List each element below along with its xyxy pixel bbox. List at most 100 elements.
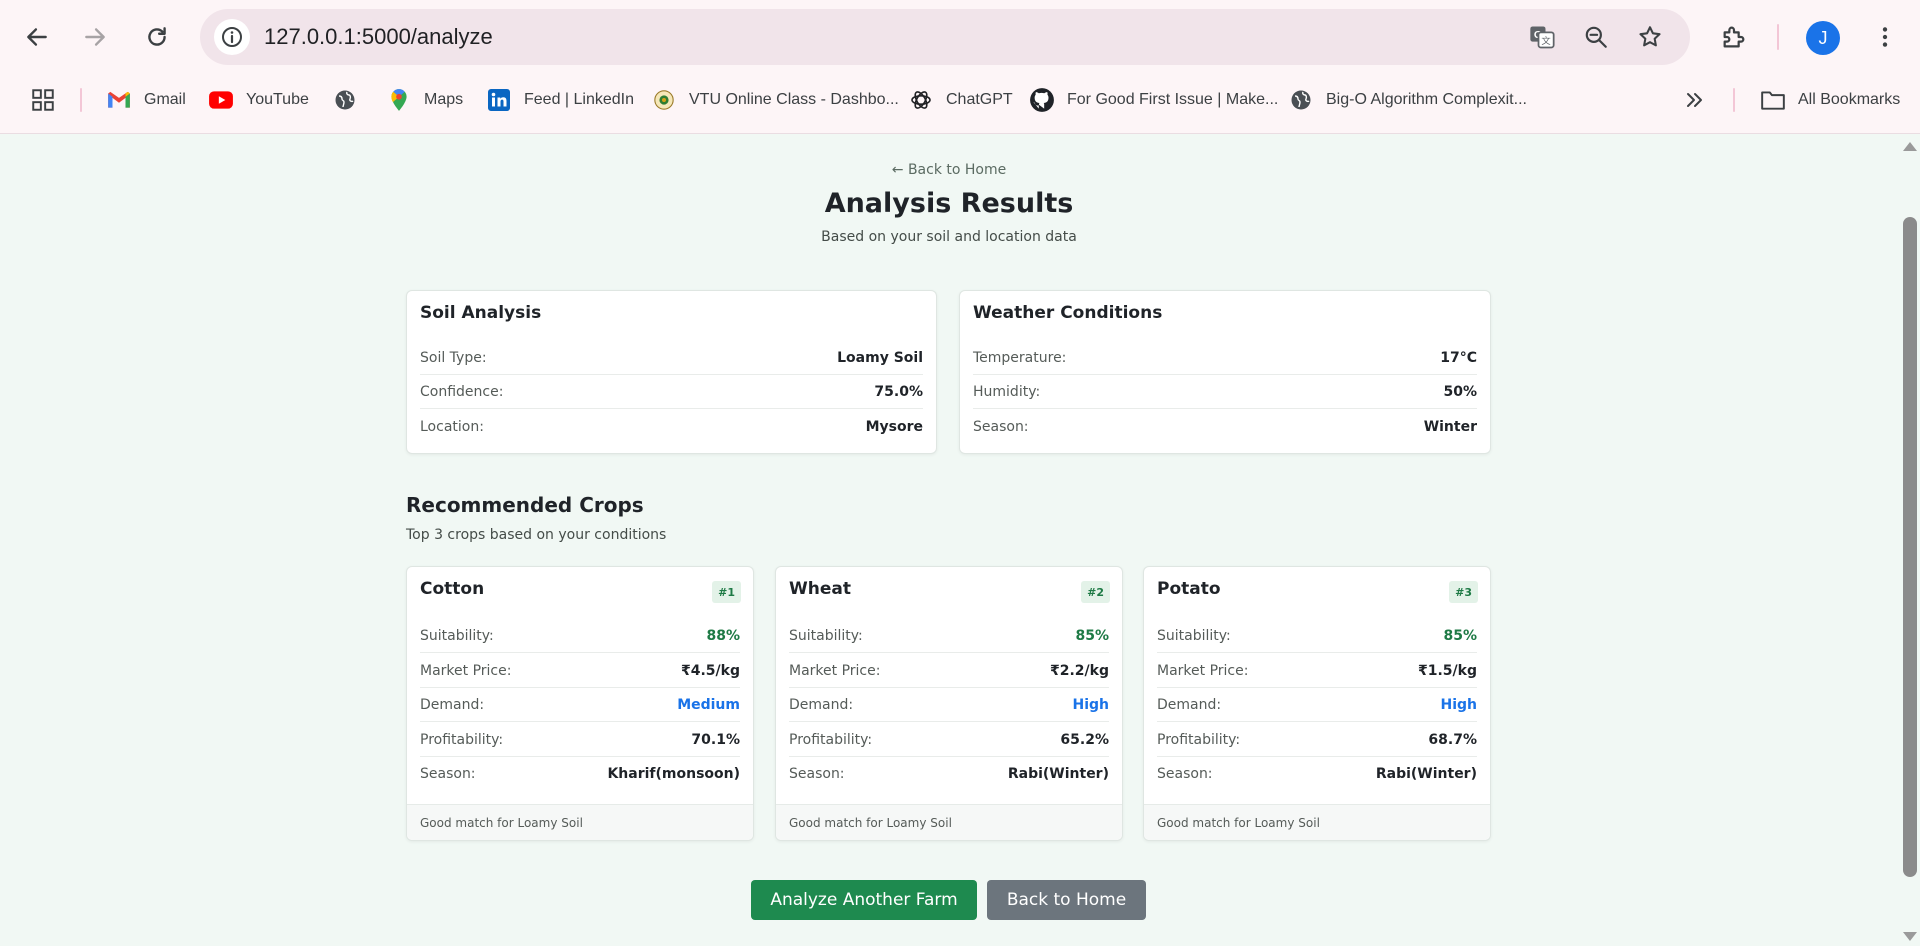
row-label: Season:	[420, 766, 476, 782]
crop-match-note: Good match for Loamy Soil	[776, 804, 1122, 840]
row-label: Confidence:	[420, 383, 504, 400]
menu-button[interactable]	[1866, 18, 1904, 56]
temperature-row: Temperature: 17°C	[973, 341, 1477, 375]
gmail-icon	[106, 87, 132, 113]
linkedin-icon	[486, 87, 512, 113]
profitability-value: 70.1%	[691, 731, 740, 748]
bookmark-label: ChatGPT	[946, 91, 1013, 108]
crop-name: Wheat	[789, 579, 851, 599]
back-to-home-link[interactable]: ← Back to Home	[0, 162, 1898, 178]
bookmark-github[interactable]: For Good First Issue | Make...	[1029, 80, 1278, 120]
row-label: Suitability:	[420, 627, 494, 644]
confidence-row: Confidence: 75.0%	[420, 375, 923, 409]
arrow-left-icon	[27, 28, 47, 46]
row-label: Profitability:	[1157, 731, 1241, 748]
crop-season-value: Rabi(Winter)	[1007, 766, 1109, 782]
all-bookmarks-button[interactable]: All Bookmarks	[1760, 80, 1900, 120]
crop-season-value: Rabi(Winter)	[1375, 766, 1477, 782]
scroll-down-arrow[interactable]	[1903, 932, 1917, 941]
svg-text:文: 文	[1541, 35, 1550, 46]
site-info-button[interactable]	[214, 19, 250, 55]
address-bar[interactable]: 127.0.0.1:5000/analyze G文	[200, 9, 1690, 65]
bookmark-label: For Good First Issue | Make...	[1067, 91, 1279, 108]
bookmark-bigo[interactable]: Big-O Algorithm Complexit...	[1288, 80, 1527, 120]
row-label: Suitability:	[789, 627, 863, 644]
row-label: Demand:	[420, 696, 485, 713]
bookmark-label: Gmail	[144, 91, 186, 108]
folder-icon	[1760, 87, 1786, 113]
demand-value: High	[1440, 696, 1477, 713]
more-bookmarks-button[interactable]	[1682, 80, 1708, 120]
bookmark-maps[interactable]: Maps	[386, 80, 463, 120]
row-label: Market Price:	[1157, 662, 1249, 679]
crop-season-value: Kharif(monsoon)	[607, 766, 740, 782]
toolbar-divider	[1777, 24, 1779, 50]
scrollbar-thumb[interactable]	[1903, 217, 1917, 877]
extensions-button[interactable]	[1715, 18, 1753, 56]
youtube-icon	[208, 87, 234, 113]
card-title: Soil Analysis	[420, 303, 542, 323]
bookmark-globe[interactable]	[332, 80, 358, 120]
zoom-button[interactable]	[1580, 21, 1612, 53]
rank-badge: #3	[1449, 581, 1478, 603]
apps-button[interactable]	[30, 80, 56, 120]
puzzle-icon	[1723, 26, 1745, 48]
all-bookmarks-label: All Bookmarks	[1798, 91, 1901, 108]
bookmark-chatgpt[interactable]: ChatGPT	[908, 80, 1013, 120]
row-label: Location:	[420, 419, 484, 435]
row-label: Humidity:	[973, 383, 1041, 400]
page-title: Analysis Results	[824, 188, 1074, 219]
vtu-icon	[651, 87, 677, 113]
bookmark-vtu[interactable]: VTU Online Class - Dashbo...	[651, 80, 899, 120]
market-price-row: Market Price: ₹4.5/kg	[420, 654, 740, 688]
bookmark-youtube[interactable]: YouTube	[208, 80, 309, 120]
recommended-crops-subtitle: Top 3 crops based on your conditions	[406, 527, 667, 543]
url-text[interactable]: 127.0.0.1:5000/analyze	[264, 24, 493, 50]
back-to-home-button[interactable]: Back to Home	[987, 880, 1146, 920]
market-price-row: Market Price: ₹2.2/kg	[789, 654, 1109, 688]
row-label: Profitability:	[420, 731, 504, 748]
translate-button[interactable]: G文	[1526, 21, 1558, 53]
maps-icon	[386, 87, 412, 113]
row-label: Suitability:	[1157, 627, 1231, 644]
suitability-value: 88%	[706, 627, 740, 644]
demand-row: Demand: High	[1157, 688, 1477, 722]
bookmarks-divider	[1733, 88, 1735, 112]
demand-value: High	[1072, 696, 1109, 713]
market-price-value: ₹4.5/kg	[681, 662, 740, 679]
bookmark-label: Maps	[424, 91, 464, 108]
profitability-row: Profitability: 65.2%	[789, 723, 1109, 757]
temperature-value: 17°C	[1440, 349, 1477, 366]
crop-card-cotton: Cotton #1 Suitability: 88% Market Price:…	[406, 566, 754, 841]
bookmark-linkedin[interactable]: Feed | LinkedIn	[486, 80, 634, 120]
suitability-value: 85%	[1075, 627, 1109, 644]
row-label: Market Price:	[420, 662, 512, 679]
profitability-row: Profitability: 68.7%	[1157, 723, 1477, 757]
crop-season-row: Season: Kharif(monsoon)	[420, 757, 740, 791]
crop-name: Potato	[1157, 579, 1221, 599]
season-row: Season: Winter	[973, 410, 1477, 444]
bookmark-gmail[interactable]: Gmail	[106, 80, 186, 120]
browser-toolbar: 127.0.0.1:5000/analyze G文 J	[0, 0, 1920, 74]
weather-conditions-card: Weather Conditions Temperature: 17°C Hum…	[959, 290, 1491, 454]
location-value: Mysore	[865, 419, 923, 435]
globe-icon	[332, 87, 358, 113]
card-title: Weather Conditions	[973, 303, 1163, 323]
back-button[interactable]	[16, 16, 58, 58]
zoom-out-icon	[1585, 26, 1607, 48]
reload-button[interactable]	[136, 16, 178, 58]
forward-button[interactable]	[74, 16, 116, 58]
profile-avatar[interactable]: J	[1806, 21, 1840, 55]
bookmark-label: YouTube	[246, 91, 309, 108]
scroll-up-arrow[interactable]	[1903, 142, 1917, 151]
crop-card-wheat: Wheat #2 Suitability: 85% Market Price: …	[775, 566, 1123, 841]
suitability-row: Suitability: 85%	[1157, 619, 1477, 653]
bookmark-star-button[interactable]	[1634, 21, 1666, 53]
soil-type-value: Loamy Soil	[837, 349, 923, 366]
bookmark-label: Feed | LinkedIn	[524, 91, 635, 108]
analyze-another-farm-button[interactable]: Analyze Another Farm	[751, 880, 977, 920]
soil-analysis-card: Soil Analysis Soil Type: Loamy Soil Conf…	[406, 290, 937, 454]
confidence-value: 75.0%	[874, 383, 923, 400]
globe-icon	[1288, 87, 1314, 113]
row-label: Season:	[789, 766, 845, 782]
